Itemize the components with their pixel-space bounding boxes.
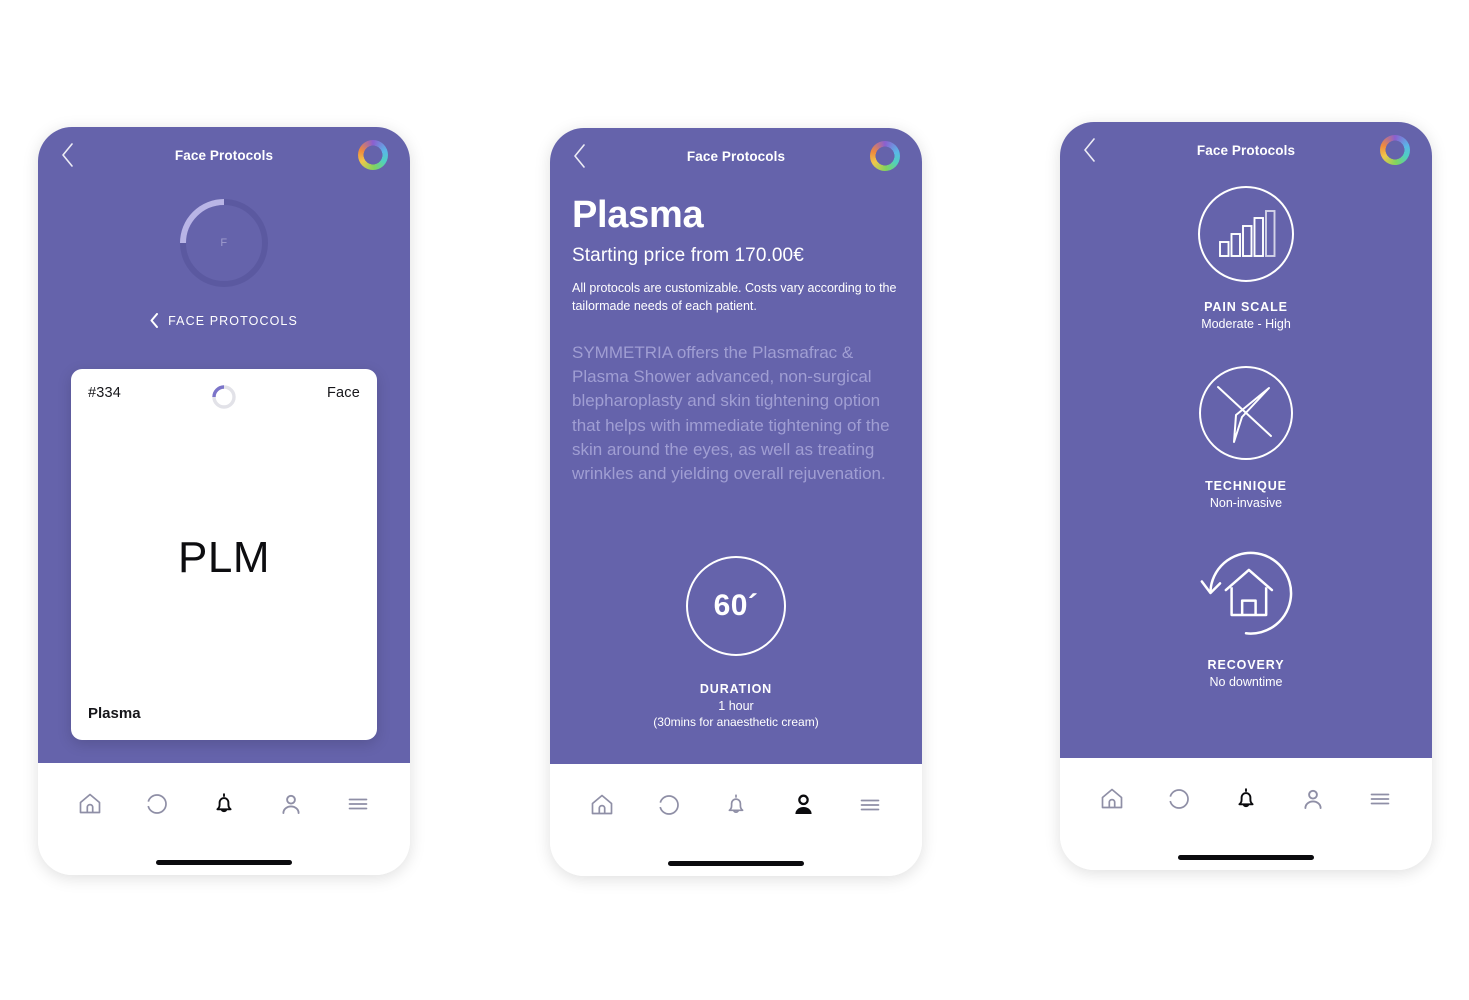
bottom-navigation-bar <box>1060 758 1432 870</box>
nav-button-menu[interactable] <box>1360 779 1400 819</box>
attribute-item-technique: TECHNIQUE Non-invasive <box>1198 365 1294 510</box>
page-title: Face Protocols <box>174 147 274 163</box>
dashed-circle-icon <box>1168 788 1189 809</box>
progress-ring-icon <box>212 385 236 409</box>
phone-mockup-3: Face Protocols PAIN SCALE Moderate - Hig… <box>1060 122 1432 870</box>
no-needle-icon <box>1199 366 1293 460</box>
card-id: #334 <box>88 385 122 401</box>
protocol-progress-ring: F <box>176 195 272 291</box>
nav-button-profile[interactable] <box>1293 779 1333 819</box>
nav-button-protocols[interactable] <box>649 785 689 825</box>
person-icon <box>1304 789 1322 809</box>
app-header: Face Protocols <box>550 128 922 184</box>
hamburger-menu-icon <box>348 798 368 809</box>
person-icon <box>282 794 300 814</box>
home-icon <box>1101 788 1122 808</box>
nav-button-profile[interactable] <box>271 784 311 824</box>
attribute-icon-circle <box>1198 186 1294 282</box>
attribute-value: Non-invasive <box>1209 496 1283 510</box>
nav-button-notifications[interactable] <box>204 784 244 824</box>
app-header: Face Protocols <box>1060 122 1432 178</box>
protocol-price: Starting price from 170.00€ <box>572 244 804 266</box>
protocol-title: Plasma <box>572 194 704 236</box>
bottom-navigation-bar <box>38 763 410 875</box>
dashed-circle-icon <box>658 794 679 815</box>
nav-button-notifications[interactable] <box>1226 779 1266 819</box>
chevron-left-icon <box>150 313 159 328</box>
protocol-card[interactable]: #334 Face PLM Plasma <box>71 369 377 740</box>
detail-body: Plasma Starting price from 170.00€ All p… <box>550 184 922 486</box>
duration-value: 1 hour <box>718 699 754 713</box>
attribute-title: TECHNIQUE <box>1205 479 1287 493</box>
nav-button-home[interactable] <box>582 785 622 825</box>
brand-ring-icon[interactable] <box>1380 135 1410 165</box>
duration-subtext: (30mins for anaesthetic cream) <box>653 715 819 729</box>
card-top-row: #334 Face <box>88 385 360 411</box>
home-indicator <box>156 860 292 865</box>
house-refresh-icon <box>1200 551 1293 635</box>
nav-button-profile[interactable] <box>783 785 823 825</box>
attribute-value: No downtime <box>1209 675 1283 689</box>
nav-button-home[interactable] <box>1092 779 1132 819</box>
protocol-note: All protocols are customizable. Costs va… <box>572 280 897 314</box>
nav-icon-row <box>550 764 922 861</box>
bottom-navigation-bar <box>550 764 922 876</box>
person-icon <box>795 794 812 815</box>
brand-ring-icon[interactable] <box>870 141 900 171</box>
screen-protocol-attributes: Face Protocols PAIN SCALE Moderate - Hig… <box>1060 122 1432 758</box>
nav-icon-row <box>1060 758 1432 855</box>
home-icon <box>591 794 612 814</box>
page-title: Face Protocols <box>1196 142 1296 158</box>
attribute-icon-circle <box>1198 544 1294 640</box>
hamburger-menu-icon <box>1370 793 1390 804</box>
bell-icon <box>216 792 232 812</box>
attribute-item-recovery: RECOVERY No downtime <box>1198 544 1294 689</box>
face-protocols-link[interactable]: FACE PROTOCOLS <box>38 313 410 328</box>
screen-protocol-list: Face Protocols F FACE PROTOCOLS #334 Fac… <box>38 127 410 763</box>
protocol-description: SYMMETRIA offers the Plasmafrac & Plasma… <box>572 343 890 483</box>
attribute-item-pain-scale: PAIN SCALE Moderate - High <box>1198 186 1294 331</box>
card-code: PLM <box>178 533 270 582</box>
card-category: Face <box>326 385 360 401</box>
dashed-circle-icon <box>146 793 167 814</box>
nav-icon-row <box>38 763 410 860</box>
attribute-value: Moderate - High <box>1201 317 1291 331</box>
attribute-icon-circle <box>1198 365 1294 461</box>
nav-button-notifications[interactable] <box>716 785 756 825</box>
bar-chart-icon <box>1219 210 1276 257</box>
home-indicator <box>1178 855 1314 860</box>
phone-mockup-2: Face Protocols Plasma Starting price fro… <box>550 128 922 876</box>
home-icon <box>79 793 100 813</box>
brand-ring-icon[interactable] <box>358 140 388 170</box>
app-header: Face Protocols <box>38 127 410 183</box>
duration-circle: 60´ <box>686 556 786 656</box>
card-name: Plasma <box>88 705 141 722</box>
attribute-list: PAIN SCALE Moderate - High TECHNIQUE Non… <box>1060 178 1432 689</box>
hamburger-menu-icon <box>860 799 880 810</box>
chevron-left-icon[interactable] <box>60 142 76 168</box>
nav-button-menu[interactable] <box>850 785 890 825</box>
nav-button-home[interactable] <box>70 784 110 824</box>
chevron-left-icon[interactable] <box>1082 137 1098 163</box>
nav-button-protocols[interactable] <box>1159 779 1199 819</box>
chevron-left-icon[interactable] <box>572 143 588 169</box>
attribute-title: PAIN SCALE <box>1204 300 1288 314</box>
ring-letter: F <box>220 237 228 249</box>
nav-button-protocols[interactable] <box>137 784 177 824</box>
duration-label: DURATION <box>699 682 773 696</box>
page-title: Face Protocols <box>686 148 786 164</box>
bell-icon <box>1238 787 1254 807</box>
face-protocols-link-label: FACE PROTOCOLS <box>168 313 298 328</box>
phone-mockup-1: Face Protocols F FACE PROTOCOLS #334 Fac… <box>38 127 410 875</box>
nav-button-menu[interactable] <box>338 784 378 824</box>
duration-block: 60´ DURATION 1 hour (30mins for anaesthe… <box>550 556 922 729</box>
home-indicator <box>668 861 804 866</box>
attribute-title: RECOVERY <box>1207 658 1285 672</box>
bell-icon <box>728 793 744 813</box>
screen-protocol-detail: Face Protocols Plasma Starting price fro… <box>550 128 922 764</box>
